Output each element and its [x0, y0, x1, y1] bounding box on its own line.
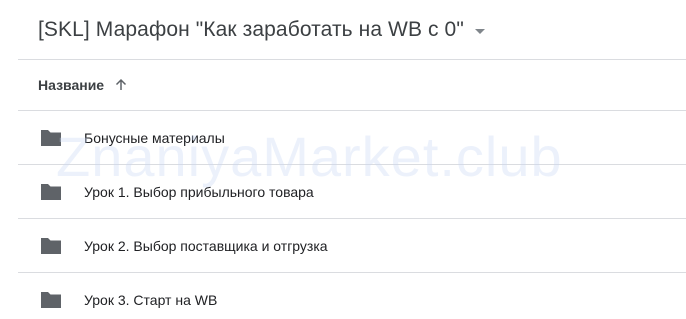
list-item-label: Бонусные материалы — [84, 129, 225, 146]
list-header: Название — [18, 60, 686, 111]
folder-icon — [41, 129, 61, 146]
arrow-up-icon[interactable] — [114, 78, 128, 92]
list-item[interactable]: Урок 1. Выбор прибыльного товара — [18, 165, 686, 219]
list-item[interactable]: Урок 3. Старт на WB — [18, 273, 686, 319]
folder-icon — [41, 183, 61, 200]
column-name-label: Название — [38, 77, 105, 93]
breadcrumb[interactable]: [SKL] Марафон "Как заработать на WB с 0" — [38, 12, 485, 48]
list-item-label: Урок 1. Выбор прибыльного товара — [84, 183, 314, 200]
folder-icon — [41, 237, 61, 254]
drive-folder-view: [SKL] Марафон "Как заработать на WB с 0"… — [0, 0, 686, 319]
folder-title: [SKL] Марафон "Как заработать на WB с 0" — [38, 18, 464, 41]
list-item[interactable]: Урок 2. Выбор поставщика и отгрузка — [18, 219, 686, 273]
file-list: Бонусные материалы Урок 1. Выбор прибыль… — [18, 111, 686, 319]
list-item-label: Урок 3. Старт на WB — [84, 291, 218, 308]
folder-icon — [41, 291, 61, 308]
sort-by-name-button[interactable]: Название — [38, 77, 128, 93]
list-item-label: Урок 2. Выбор поставщика и отгрузка — [84, 237, 328, 254]
dropdown-arrow-icon[interactable] — [474, 28, 485, 34]
list-item[interactable]: Бонусные материалы — [18, 111, 686, 165]
